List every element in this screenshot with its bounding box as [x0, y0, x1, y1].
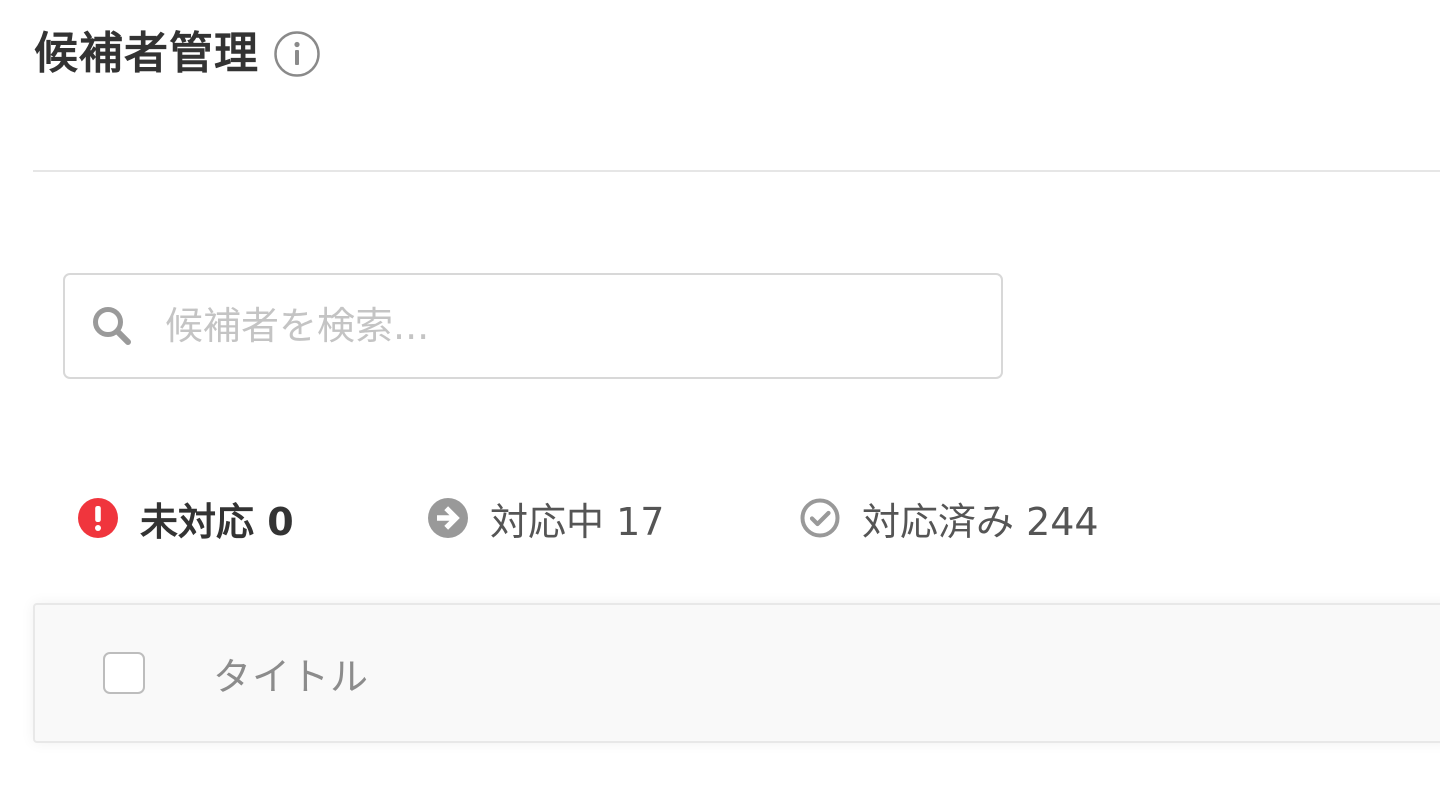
page-title: 候補者管理 — [34, 28, 259, 79]
tab-unhandled[interactable]: 未対応 0 — [78, 490, 294, 546]
arrow-right-circle-icon — [428, 498, 468, 538]
tab-done[interactable]: 対応済み 244 — [800, 490, 1099, 546]
info-icon[interactable] — [273, 30, 321, 78]
tab-done-label: 対応済み 244 — [862, 499, 1099, 544]
table-header: タイトル — [33, 603, 1440, 743]
search-icon — [89, 303, 135, 349]
exclamation-circle-icon — [78, 498, 118, 538]
header-divider — [33, 170, 1440, 172]
select-all-checkbox[interactable] — [103, 652, 145, 694]
tab-in-progress[interactable]: 対応中 17 — [428, 490, 664, 546]
search-box[interactable] — [63, 273, 1003, 379]
tab-unhandled-label: 未対応 0 — [140, 499, 294, 544]
page-header: 候補者管理 — [34, 26, 321, 82]
search-input[interactable] — [165, 296, 985, 356]
candidate-management-page: 候補者管理 未対 — [0, 0, 1440, 800]
tab-in-progress-label: 対応中 17 — [490, 499, 665, 544]
column-header-title[interactable]: タイトル — [213, 646, 369, 701]
check-circle-icon — [800, 498, 840, 538]
